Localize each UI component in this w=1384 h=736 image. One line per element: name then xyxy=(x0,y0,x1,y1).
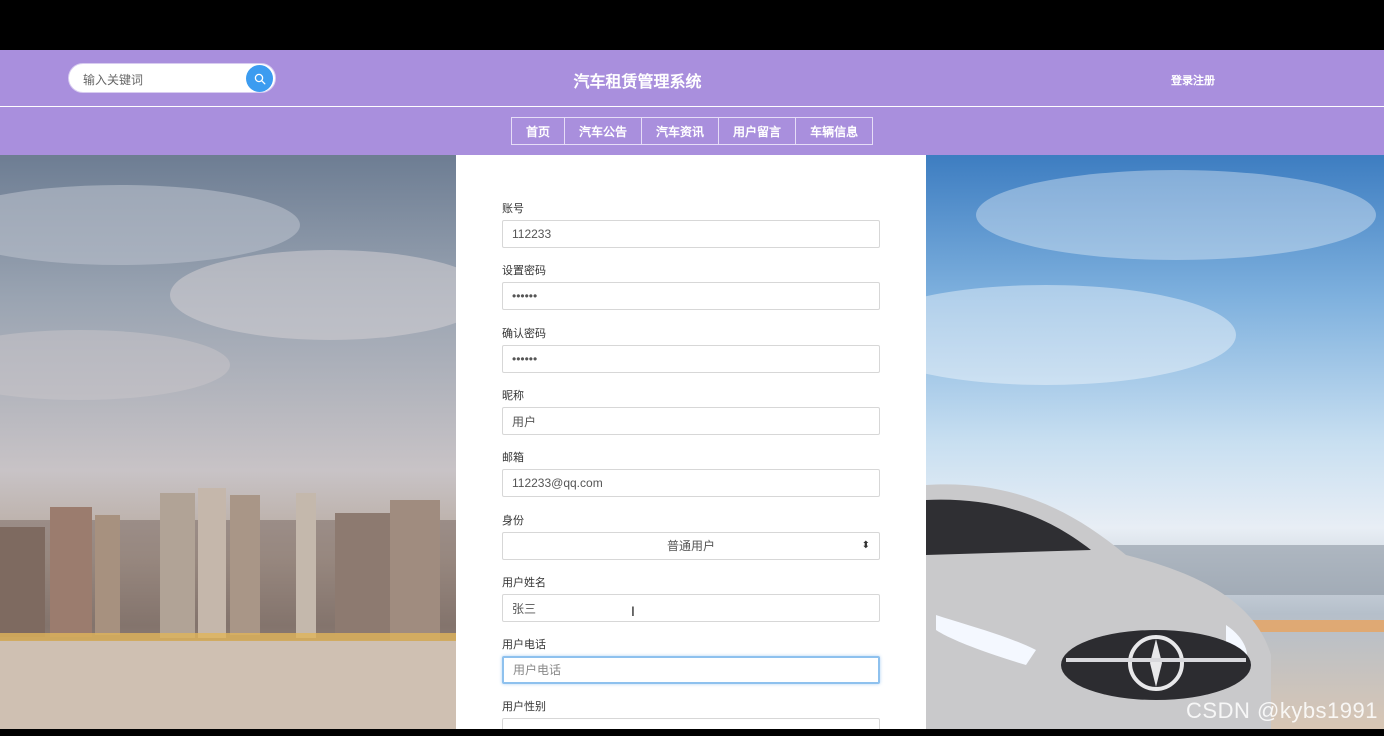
field-label: 用户电话 xyxy=(502,639,546,651)
field-label: 用户性别 xyxy=(502,701,546,713)
field-label: 设置密码 xyxy=(502,265,546,277)
role-select[interactable]: 普通用户 ⬍ xyxy=(502,532,880,560)
field-phone: 用户电话 xyxy=(502,637,880,684)
background-city-image xyxy=(0,155,456,729)
phone-input[interactable] xyxy=(502,656,880,684)
account-input[interactable] xyxy=(502,220,880,248)
field-confirm-password: 确认密码 xyxy=(502,326,880,373)
top-black-bar xyxy=(0,0,1384,50)
nav-item-car-news[interactable]: 汽车资讯 xyxy=(641,117,720,145)
site-title: 汽车租赁管理系统 xyxy=(573,74,702,91)
field-label: 账号 xyxy=(502,203,524,215)
field-nickname: 昵称 xyxy=(502,388,880,435)
register-form-panel: 账号 设置密码 确认密码 昵称 邮箱 身份 普通用户 ⬍ 用户姓名 用户电话 用… xyxy=(456,155,926,729)
role-select-value: 普通用户 xyxy=(666,539,715,553)
field-label: 邮箱 xyxy=(502,452,524,464)
field-label: 确认密码 xyxy=(502,328,546,340)
field-label: 用户姓名 xyxy=(502,577,546,589)
site-header: 汽车租赁管理系统 登录注册 xyxy=(0,50,1384,107)
nav-item-vehicle-info[interactable]: 车辆信息 xyxy=(795,117,874,145)
field-label: 身份 xyxy=(502,515,524,527)
field-password: 设置密码 xyxy=(502,263,880,310)
field-account: 账号 xyxy=(502,201,880,248)
background-car-image xyxy=(926,155,1384,729)
confirm-password-input[interactable] xyxy=(502,345,880,373)
field-email: 邮箱 xyxy=(502,450,880,497)
field-role: 身份 普通用户 ⬍ xyxy=(502,513,880,560)
watermark-text: CSDN @kybs1991 xyxy=(1186,698,1378,723)
bottom-black-bar xyxy=(0,729,1384,736)
nickname-input[interactable] xyxy=(502,407,880,435)
real-name-input[interactable] xyxy=(502,594,880,622)
nav-item-user-messages[interactable]: 用户留言 xyxy=(718,117,797,145)
field-label: 昵称 xyxy=(502,390,524,402)
password-input[interactable] xyxy=(502,282,880,310)
field-gender: 用户性别 xyxy=(502,699,880,729)
sort-arrows-icon: ⬍ xyxy=(861,540,870,551)
field-real-name: 用户姓名 xyxy=(502,575,880,622)
main-nav: 首页 汽车公告 汽车资讯 用户留言 车辆信息 xyxy=(0,107,1384,155)
gender-input[interactable] xyxy=(502,718,880,729)
text-cursor-icon: I xyxy=(631,603,635,619)
nav-item-car-notice[interactable]: 汽车公告 xyxy=(564,117,643,145)
nav-item-home[interactable]: 首页 xyxy=(511,117,566,145)
email-input[interactable] xyxy=(502,469,880,497)
login-register-link[interactable]: 登录注册 xyxy=(1171,72,1215,88)
